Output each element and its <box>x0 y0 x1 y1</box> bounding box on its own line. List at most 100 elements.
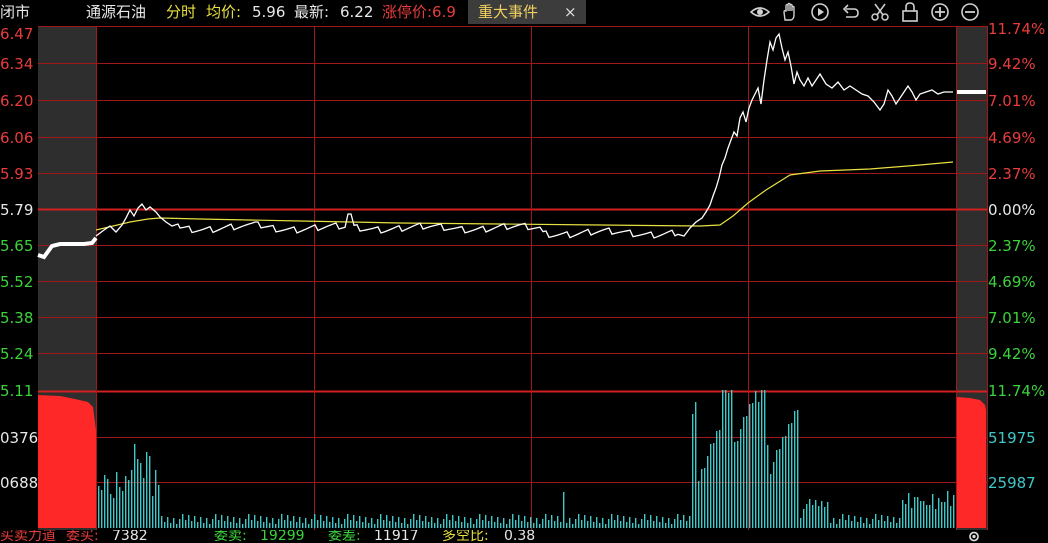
volume-bar <box>749 404 751 528</box>
undo-icon[interactable] <box>840 2 860 22</box>
price-axis-label: 6.20 <box>0 92 34 110</box>
volume-bar <box>410 519 412 528</box>
volume-bar <box>665 523 667 528</box>
chart-mode[interactable]: 分时 <box>166 0 196 24</box>
volume-bar <box>167 517 169 528</box>
volume-bar <box>797 410 799 528</box>
market-status: 闭市 <box>0 3 31 21</box>
volume-bar <box>851 521 853 528</box>
volume-bar <box>575 519 577 528</box>
volume-bar <box>929 505 931 528</box>
volume-bar <box>533 523 535 528</box>
zoom-in-icon[interactable] <box>930 2 950 22</box>
volume-bar <box>776 450 778 528</box>
volume-bar <box>689 516 691 528</box>
volume-bar <box>647 520 649 528</box>
volume-bar <box>788 424 790 528</box>
hand-icon[interactable] <box>780 2 800 22</box>
volume-bar <box>686 521 688 528</box>
price-axis-label: 6.34 <box>0 55 34 73</box>
volume-bar <box>119 487 121 528</box>
volume-bar <box>143 478 145 528</box>
lock-icon[interactable] <box>900 2 920 22</box>
close-icon[interactable]: × <box>564 0 577 24</box>
limit-up-price: 涨停价:6.9 <box>382 3 456 21</box>
volume-bar <box>587 521 589 528</box>
volume-bar <box>113 498 115 528</box>
volume-bar <box>272 518 274 528</box>
volume-bar <box>173 518 175 528</box>
major-events-tab[interactable]: 重大事件 × <box>468 0 586 24</box>
intraday-chart[interactable] <box>0 0 1048 530</box>
order-strength-title: 买卖力道 <box>0 530 56 543</box>
volume-bar <box>335 523 337 528</box>
price-axis-label: 5.38 <box>0 309 34 327</box>
percent-axis-label: 11.74% <box>988 20 1046 38</box>
volume-bar <box>740 429 742 528</box>
volume-bar <box>404 518 406 528</box>
volume-bar <box>242 524 244 528</box>
volume-bar <box>566 523 568 528</box>
diff-label: 委差: <box>328 530 361 543</box>
volume-bar <box>539 524 541 528</box>
volume-bar <box>116 472 118 528</box>
volume-bar <box>353 515 355 528</box>
volume-bar <box>290 521 292 528</box>
volume-bar <box>542 519 544 528</box>
volume-bar <box>752 403 754 528</box>
volume-bar <box>371 518 373 528</box>
volume-bar <box>857 522 859 528</box>
volume-bar <box>623 516 625 528</box>
volume-bar <box>98 486 100 528</box>
volume-bar <box>314 514 316 528</box>
volume-bar <box>692 414 694 528</box>
volume-bar <box>677 514 679 528</box>
volume-bar <box>209 524 211 528</box>
volume-bar <box>224 521 226 528</box>
volume-bar <box>299 517 301 528</box>
volume-bar <box>245 519 247 528</box>
ratio-value: 0.38 <box>504 530 536 543</box>
volume-bar <box>584 515 586 528</box>
volume-bar <box>596 517 598 528</box>
volume-bar <box>764 390 766 528</box>
volume-bar <box>263 522 265 528</box>
volume-bar <box>938 498 940 528</box>
volume-bar <box>434 523 436 528</box>
gear-icon[interactable] <box>966 530 982 543</box>
volume-bar <box>125 476 127 528</box>
eye-icon[interactable] <box>750 2 770 22</box>
volume-bar <box>137 459 139 528</box>
scissors-icon[interactable] <box>870 2 890 22</box>
price-axis-label: 5.79 <box>0 201 34 219</box>
volume-axis-label: 25987 <box>988 474 1036 492</box>
ask-value: 19299 <box>260 530 305 543</box>
percent-axis-label: 2.37% <box>988 165 1036 183</box>
volume-bar <box>131 470 133 528</box>
volume-bar <box>449 520 451 528</box>
volume-bar <box>725 390 727 528</box>
zoom-out-icon[interactable] <box>960 2 980 22</box>
volume-bar <box>815 500 817 528</box>
volume-bar <box>521 521 523 528</box>
volume-bar <box>212 519 214 528</box>
play-icon[interactable] <box>810 2 830 22</box>
volume-bar <box>473 524 475 528</box>
volume-bar <box>818 506 820 528</box>
volume-bar <box>620 521 622 528</box>
percent-axis-label: 7.01% <box>988 309 1036 327</box>
volume-bar <box>728 393 730 528</box>
price-axis-label: 5.24 <box>0 345 34 363</box>
volume-bar <box>239 518 241 528</box>
volume-bar <box>338 518 340 528</box>
volume-bar <box>941 502 943 528</box>
volume-bar <box>497 517 499 528</box>
volume-bar <box>551 515 553 528</box>
volume-bar <box>920 501 922 528</box>
volume-bar <box>422 521 424 528</box>
stock-name[interactable]: 通源石油 <box>86 0 146 24</box>
volume-bar <box>593 522 595 528</box>
volume-bar <box>425 516 427 528</box>
volume-bar <box>278 519 280 528</box>
volume-bar <box>251 520 253 528</box>
